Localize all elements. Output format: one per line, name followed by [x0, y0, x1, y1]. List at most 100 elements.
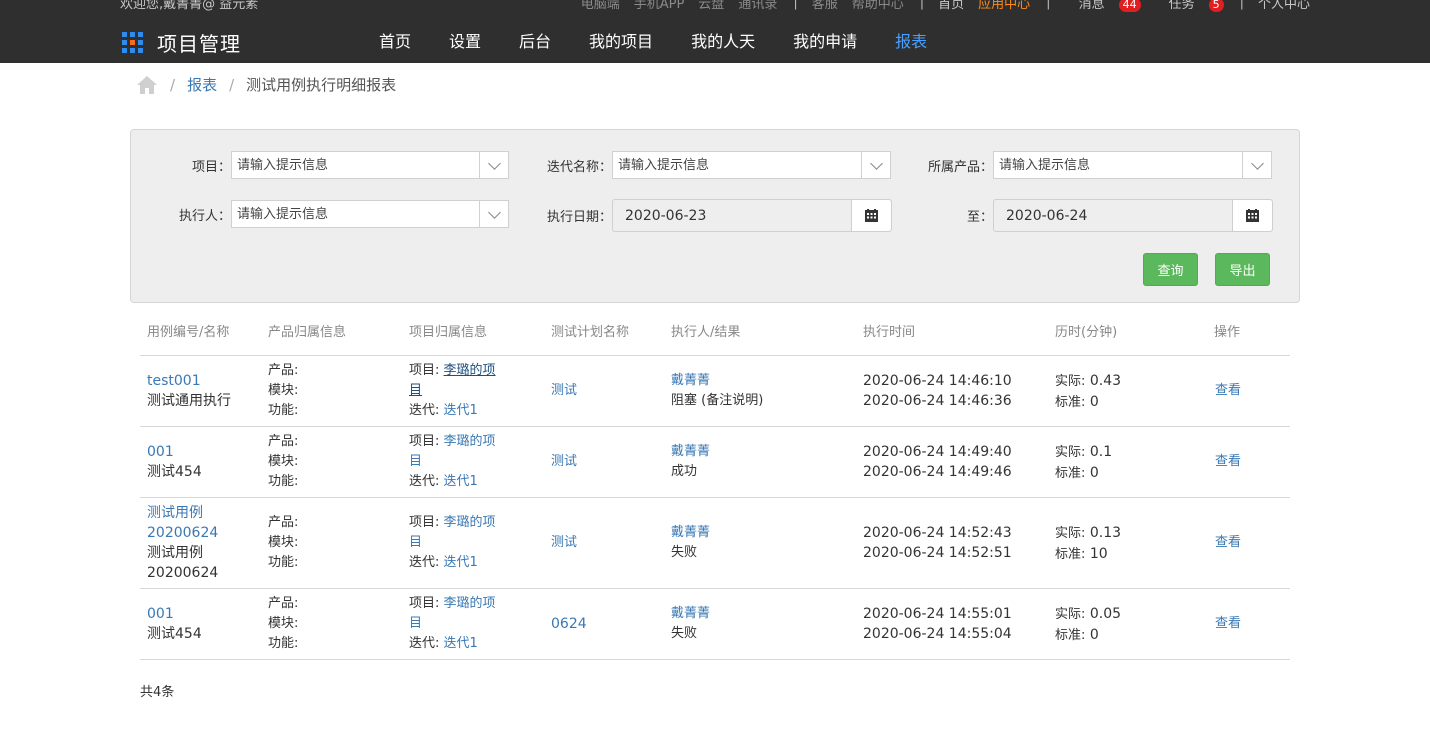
executor-combobox[interactable] — [231, 200, 509, 228]
link-tasks[interactable]: 任务 5 — [1155, 0, 1224, 12]
table-body: test001 测试通用执行 产品: 模块: 功能: 项目: 李璐的项目迭代: 迭代1 测试… — [140, 356, 1290, 660]
case-name: 20200624 — [147, 565, 219, 581]
actual-prefix: 实际: — [1055, 445, 1086, 460]
project-input[interactable] — [232, 152, 479, 178]
query-button[interactable]: 查询 — [1143, 253, 1198, 286]
product-info-label: 产品: — [268, 363, 299, 378]
project-link-continued[interactable]: 目 — [409, 452, 496, 472]
executor-dropdown-toggle[interactable] — [479, 201, 508, 227]
view-link[interactable]: 查看 — [1215, 452, 1241, 472]
link-desktop[interactable]: 电脑端 — [581, 0, 620, 12]
messages-label: 消息 — [1078, 0, 1105, 12]
project-link[interactable]: 李璐的项 — [444, 515, 496, 530]
project-dropdown-toggle[interactable] — [479, 152, 508, 178]
breadcrumb-reports-link[interactable]: 报表 — [187, 74, 217, 95]
date-from-input[interactable] — [613, 200, 851, 231]
executor-input[interactable] — [232, 201, 479, 227]
link-messages[interactable]: 消息 44 — [1065, 0, 1141, 12]
case-id-link[interactable]: 001 — [147, 604, 202, 624]
grid-dot — [130, 48, 135, 53]
nav-item-4[interactable]: 我的人天 — [672, 28, 774, 56]
iteration-link[interactable]: 迭代1 — [444, 636, 478, 651]
product-info-cell: 产品: 模块: 功能: — [268, 432, 298, 492]
view-link[interactable]: 查看 — [1215, 533, 1241, 553]
nav-item-3[interactable]: 我的项目 — [570, 28, 672, 56]
test-plan-link[interactable]: 测试 — [551, 381, 577, 401]
case-id-link[interactable]: test001 — [147, 371, 231, 391]
executor-filter: 执行人： — [131, 200, 509, 228]
brand-logo[interactable]: 项目管理 — [122, 28, 241, 57]
nav-item-5[interactable]: 我的申请 — [774, 28, 876, 56]
product-info-label: 功能: — [268, 474, 299, 489]
link-home[interactable]: 首页 — [938, 0, 964, 12]
link-personal-center[interactable]: 个人中心 — [1258, 0, 1310, 12]
view-link[interactable]: 查看 — [1215, 614, 1241, 634]
product-input[interactable] — [994, 152, 1242, 178]
nav-item-6[interactable]: 报表 — [876, 28, 946, 56]
export-button[interactable]: 导出 — [1215, 253, 1270, 286]
product-info-label: 模块: — [268, 616, 299, 631]
iteration-prefix: 迭代: — [409, 636, 440, 651]
nav-item-1[interactable]: 设置 — [430, 28, 500, 56]
iteration-input[interactable] — [613, 152, 861, 178]
breadcrumb: / 报表 / 测试用例执行明细报表 — [136, 74, 396, 95]
table-row: 001 测试454 产品: 模块: 功能: 项目: 李璐的项目迭代: 迭代1 测试 戴菁菁 成功… — [140, 427, 1290, 498]
project-filter: 项目： — [131, 151, 509, 179]
test-plan-link[interactable]: 测试 — [551, 533, 577, 553]
iteration-dropdown-toggle[interactable] — [861, 152, 890, 178]
column-header-duration: 历时(分钟) — [1055, 325, 1118, 340]
home-icon[interactable] — [136, 75, 158, 95]
product-combobox[interactable] — [993, 151, 1272, 179]
link-help-center[interactable]: 帮助中心 — [852, 0, 904, 12]
product-info-label: 模块: — [268, 383, 299, 398]
case-name: 测试454 — [147, 626, 202, 642]
link-cloud-disk[interactable]: 云盘 — [698, 0, 724, 12]
standard-value: 0 — [1089, 394, 1099, 410]
calendar-icon[interactable] — [851, 200, 891, 231]
link-contacts[interactable]: 通讯录 — [738, 0, 777, 12]
date-from-picker[interactable] — [612, 199, 892, 232]
product-info-cell: 产品: 模块: 功能: — [268, 513, 298, 573]
exec-end-time: 2020-06-24 14:49:46 — [863, 464, 1012, 480]
project-link-continued[interactable]: 目 — [409, 533, 496, 553]
test-plan-link[interactable]: 0624 — [551, 614, 587, 634]
case-id-link[interactable]: 测试用例 — [147, 503, 218, 523]
executor-link[interactable]: 戴菁菁 — [671, 523, 710, 543]
date-to-input[interactable] — [994, 200, 1232, 231]
column-header-plan: 测试计划名称 — [551, 325, 630, 340]
column-header-project: 项目归属信息 — [409, 325, 488, 340]
executor-link[interactable]: 戴菁菁 — [671, 371, 763, 391]
iteration-link[interactable]: 迭代1 — [444, 403, 478, 418]
case-id-link[interactable]: 20200624 — [147, 523, 218, 543]
duration-actual: 实际: 0.43 — [1055, 371, 1121, 392]
iteration-link[interactable]: 迭代1 — [444, 474, 478, 489]
divider: | — [919, 0, 925, 10]
iteration-link[interactable]: 迭代1 — [444, 555, 478, 570]
project-link[interactable]: 李璐的项 — [444, 596, 496, 611]
nav-item-2[interactable]: 后台 — [500, 28, 570, 56]
grid-dot — [130, 40, 135, 45]
link-customer-service[interactable]: 客服 — [812, 0, 838, 12]
project-link[interactable]: 李璐的项 — [444, 363, 496, 378]
project-line: 项目: 李璐的项 — [409, 361, 496, 381]
product-info-label: 功能: — [268, 403, 299, 418]
executor-link[interactable]: 戴菁菁 — [671, 604, 710, 624]
view-link[interactable]: 查看 — [1215, 381, 1241, 401]
date-to-picker[interactable] — [993, 199, 1273, 232]
executor-link[interactable]: 戴菁菁 — [671, 442, 710, 462]
nav-item-0[interactable]: 首页 — [360, 28, 430, 56]
iteration-combobox[interactable] — [612, 151, 891, 179]
link-app-center[interactable]: 应用中心 — [978, 0, 1030, 12]
product-dropdown-toggle[interactable] — [1242, 152, 1271, 178]
calendar-icon[interactable] — [1232, 200, 1272, 231]
standard-prefix: 标准: — [1055, 466, 1086, 481]
project-link-continued[interactable]: 目 — [409, 381, 496, 401]
project-link-continued[interactable]: 目 — [409, 614, 496, 634]
welcome-text: 欢迎您,戴菁菁@ 益元素 — [120, 0, 259, 12]
test-plan-link[interactable]: 测试 — [551, 452, 577, 472]
project-link[interactable]: 李璐的项 — [444, 434, 496, 449]
case-id-link[interactable]: 001 — [147, 442, 202, 462]
project-combobox[interactable] — [231, 151, 509, 179]
iteration-line: 迭代: 迭代1 — [409, 472, 496, 492]
link-mobile-app[interactable]: 手机APP — [634, 0, 685, 12]
